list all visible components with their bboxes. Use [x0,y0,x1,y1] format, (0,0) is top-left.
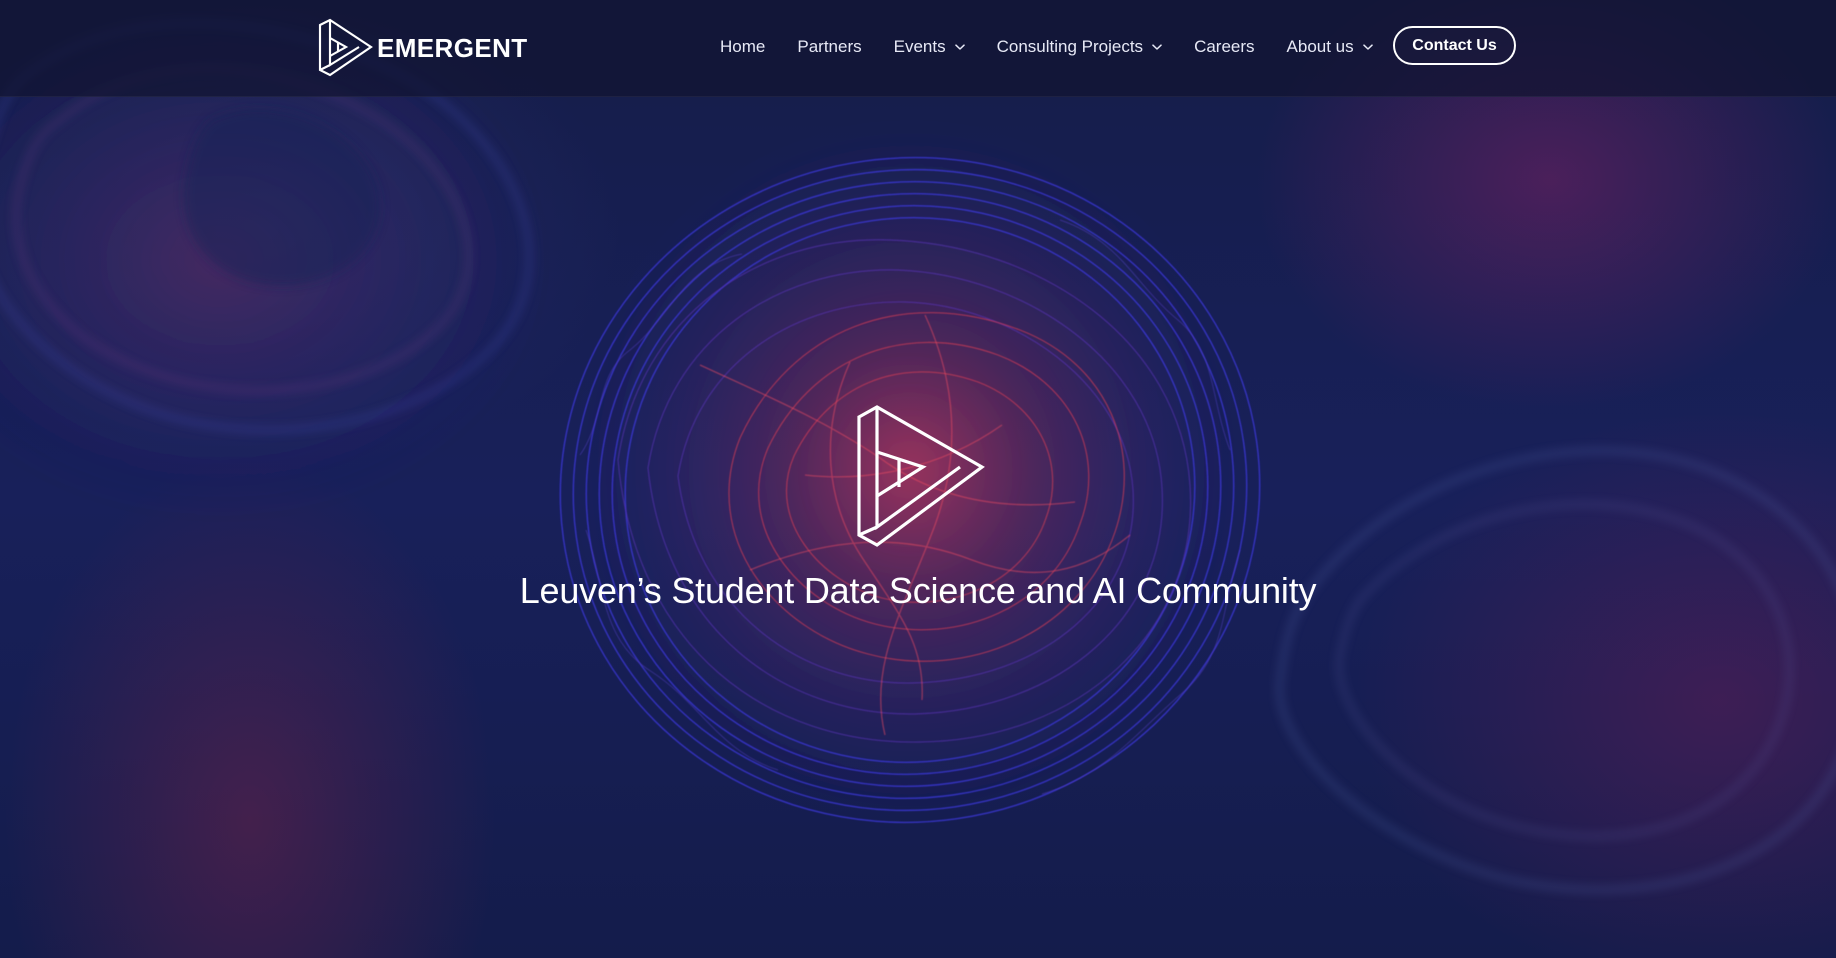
chevron-down-icon [954,44,965,50]
nav-home[interactable]: Home [720,31,765,63]
nav-about-us-label: About us [1286,37,1354,56]
nav-events[interactable]: Events [894,31,965,63]
hero-section: Leuven’s Student Data Science and AI Com… [0,0,1836,958]
nav-about-us[interactable]: About us [1287,31,1373,63]
brand-name: EMERGENT [377,33,528,63]
nav-careers[interactable]: Careers [1194,31,1254,63]
nav-consulting-projects[interactable]: Consulting Projects [997,31,1162,63]
nav-consulting-projects-label: Consulting Projects [996,37,1144,56]
hero-tagline: Leuven’s Student Data Science and AI Com… [519,570,1317,611]
nav-home-label: Home [720,37,766,56]
nav-partners-label: Partners [797,37,862,56]
page: EMERGENT Home Partners Events Consulting… [0,0,1836,958]
nav-careers-label: Careers [1194,37,1255,56]
brand-logo-link[interactable]: EMERGENT [318,18,527,78]
chevron-down-icon [1362,44,1373,50]
chevron-down-icon [1152,44,1162,50]
emergent-logo-icon [857,405,985,547]
main-navigation: Home Partners Events Consulting Projects… [720,0,1373,94]
contact-us-button[interactable]: Contact Us [1393,26,1516,65]
emergent-logo-icon [318,18,373,77]
nav-partners[interactable]: Partners [797,31,861,63]
nav-events-label: Events [893,37,946,56]
site-header: EMERGENT Home Partners Events Consulting… [0,0,1836,97]
